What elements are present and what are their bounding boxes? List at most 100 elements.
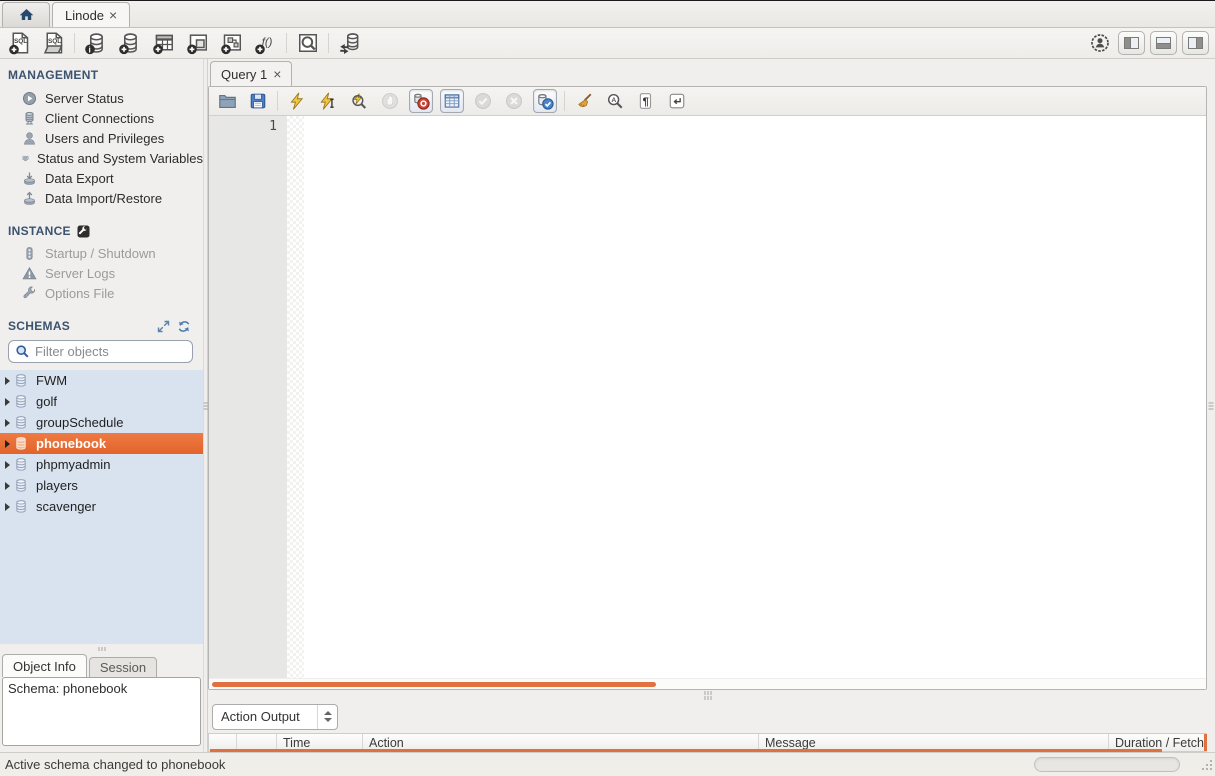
execute-current-icon [319,92,337,110]
wrap-text-button[interactable] [665,89,689,113]
line-number-gutter: 1 [209,116,287,678]
sidebar-item-startup-shutdown[interactable]: Startup / Shutdown [8,243,203,263]
editor-horizontal-scrollbar[interactable] [209,678,1206,689]
create-function-icon: f() [254,31,278,55]
output-vertical-scrollbar[interactable] [1204,734,1207,751]
sidebar-item-data-import[interactable]: Data Import/Restore [8,188,203,208]
sidebar-item-data-export[interactable]: Data Export [8,168,203,188]
query-tab-label: Query 1 [221,67,267,82]
open-script-icon [218,93,237,110]
sidebar-item-server-logs[interactable]: Server Logs [8,263,203,283]
toggle-left-sidebar-button[interactable] [1118,31,1145,55]
schema-filter-input[interactable]: Filter objects [8,340,193,363]
editor-text-area[interactable] [304,116,1206,678]
expander-icon[interactable] [5,419,10,427]
tab-session[interactable]: Session [89,657,157,677]
scrollbar-thumb[interactable] [212,682,656,687]
limit-rows-icon [443,92,461,110]
open-sql-script-button[interactable]: SQL [40,30,67,57]
management-section-header: MANAGEMENT [8,68,203,82]
object-info-splitter[interactable] [0,644,203,653]
select-spinner-icon[interactable] [317,705,337,729]
schema-row-groupschedule[interactable]: groupSchedule [0,412,203,433]
output-splitter[interactable] [208,690,1207,700]
window-resize-grip[interactable] [1202,760,1212,770]
rollback-button[interactable] [502,89,526,113]
expander-icon[interactable] [5,440,10,448]
schema-row-scavenger[interactable]: scavenger [0,496,203,517]
explain-button[interactable] [347,89,371,113]
toggle-right-sidebar-icon [1188,37,1203,49]
schema-row-phonebook-selected[interactable]: phonebook [0,433,203,454]
open-script-button[interactable] [215,89,239,113]
sidebar-item-system-variables[interactable]: Status and System Variables [8,148,203,168]
stop-on-error-icon [412,92,430,110]
schema-tree: FWM golf groupSchedule phonebook [0,370,203,644]
schema-row-golf[interactable]: golf [0,391,203,412]
query-tab[interactable]: Query 1 × [210,61,292,86]
reconnect-dbms-button[interactable] [336,30,363,57]
create-view-button[interactable] [184,30,211,57]
refresh-schemas-icon[interactable] [177,320,191,333]
sidebar-item-options-file[interactable]: Options File [8,283,203,303]
create-table-icon [152,31,176,55]
query-tabbar: Query 1 × [208,59,1207,86]
invisibles-button[interactable]: ¶ [634,89,658,113]
create-procedure-button[interactable] [218,30,245,57]
output-type-select[interactable]: Action Output [212,704,338,730]
sidebar-item-users-privileges[interactable]: Users and Privileges [8,128,203,148]
object-info-content: Schema: phonebook [8,681,127,696]
reconnect-dbms-icon [338,31,362,55]
search-table-data-button[interactable] [294,30,321,57]
create-schema-button[interactable] [116,30,143,57]
home-tab[interactable] [2,2,50,27]
save-script-button[interactable] [246,89,270,113]
schema-row-fwm[interactable]: FWM [0,370,203,391]
output-type-value: Action Output [213,709,317,724]
svg-text:A: A [611,97,616,104]
sql-editor[interactable]: 1 [209,116,1206,678]
users-icon [22,131,37,146]
expander-icon[interactable] [5,503,10,511]
expander-icon[interactable] [5,398,10,406]
close-icon[interactable]: × [273,67,281,81]
limit-rows-toggle[interactable] [440,89,464,113]
schema-inspector-button[interactable]: i [82,30,109,57]
create-function-button[interactable]: f() [252,30,279,57]
sidebar: MANAGEMENT Server Status Client Connecti… [0,59,203,752]
right-edge-splitter[interactable] [1208,59,1214,752]
create-table-button[interactable] [150,30,177,57]
output-horizontal-scrollbar[interactable] [210,749,1162,752]
schema-db-icon [14,373,28,388]
new-sql-tab-icon: SQL [8,31,32,55]
beautify-button[interactable] [572,89,596,113]
schema-row-phpmyadmin[interactable]: phpmyadmin [0,454,203,475]
close-icon[interactable]: × [109,8,117,22]
expander-icon[interactable] [5,377,10,385]
preferences-button[interactable] [1086,30,1113,57]
tab-object-info[interactable]: Object Info [2,654,87,677]
sidebar-item-server-status[interactable]: Server Status [8,88,203,108]
toggle-right-sidebar-button[interactable] [1182,31,1209,55]
rollback-icon [505,92,523,110]
execute-current-button[interactable] [316,89,340,113]
expander-icon[interactable] [5,482,10,490]
autocommit-toggle[interactable] [533,89,557,113]
svg-text:i: i [88,45,90,54]
stop-button[interactable] [378,89,402,113]
schema-row-players[interactable]: players [0,475,203,496]
stop-on-error-toggle[interactable] [409,89,433,113]
sidebar-item-client-connections[interactable]: Client Connections [8,108,203,128]
main-toolbar: SQL SQL i f() [0,28,1215,59]
find-button[interactable]: A [603,89,627,113]
status-message: Active schema changed to phonebook [5,757,225,772]
expand-schemas-icon[interactable] [157,320,170,333]
expander-icon[interactable] [5,461,10,469]
toggle-output-area-button[interactable] [1150,31,1177,55]
new-sql-tab-button[interactable]: SQL [6,30,33,57]
execute-button[interactable] [285,89,309,113]
connection-tab-linode[interactable]: Linode × [52,2,130,27]
commit-button[interactable] [471,89,495,113]
instance-section-header: INSTANCE [8,224,203,238]
sql-editor-toolbar: A ¶ [209,87,1206,116]
